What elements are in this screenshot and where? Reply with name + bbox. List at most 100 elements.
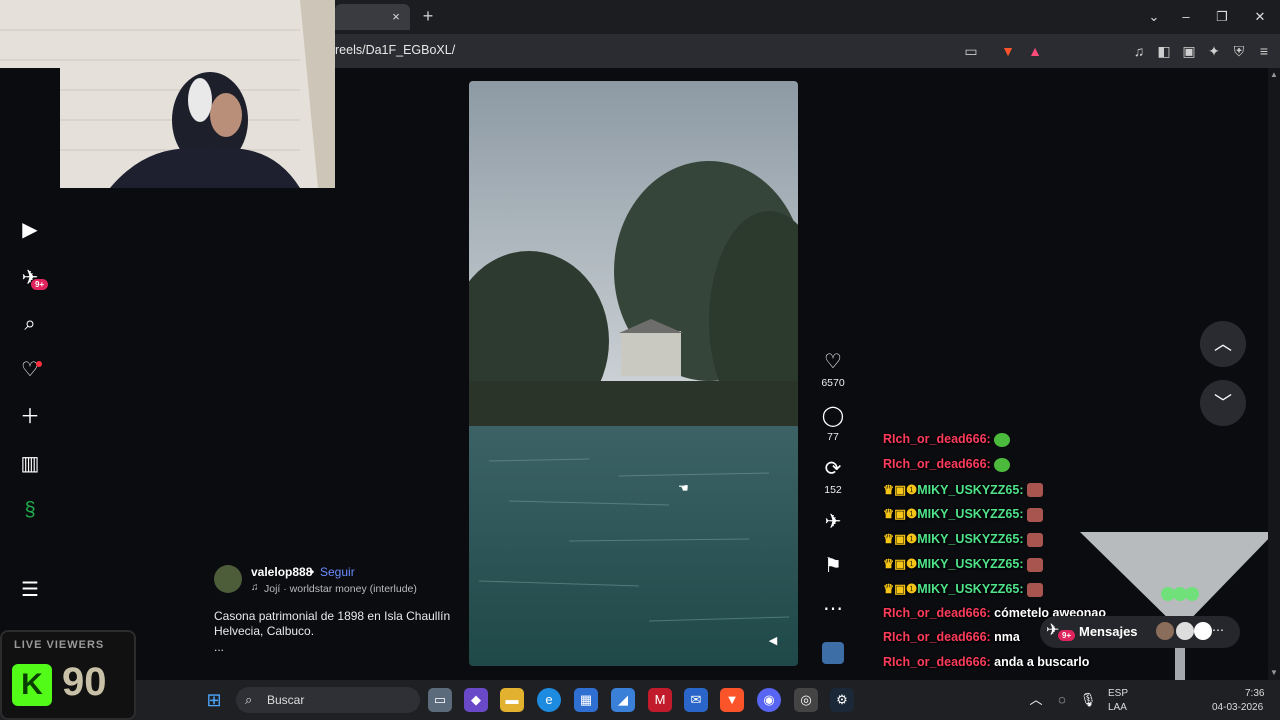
windows-start-icon[interactable]: ⊞ (202, 688, 226, 712)
check-emote-icon (994, 457, 1011, 472)
scroll-down-icon[interactable]: ▼ (1270, 668, 1278, 677)
menu-icon[interactable]: ☰ (18, 578, 42, 602)
minimize-button[interactable]: – (1176, 8, 1196, 26)
separator: • (310, 565, 315, 579)
more-options-icon[interactable]: ⋯ (821, 597, 845, 621)
notification-dot (36, 361, 42, 367)
dashboard-icon[interactable]: ▥ (18, 452, 42, 476)
menu-icon[interactable]: ≡ (1255, 42, 1273, 60)
cast-icon[interactable]: ▭ (962, 42, 980, 60)
sidebar-icon[interactable]: ◧ (1155, 42, 1173, 60)
share-icon[interactable]: ✈ (821, 510, 845, 534)
app-icon[interactable]: ◢ (611, 688, 635, 712)
chat-message: ♛▣❶MIKY_USKYZZ65: (883, 581, 1043, 597)
scroll-up-icon[interactable]: ▲ (1270, 70, 1278, 79)
like-icon[interactable]: ♡ (821, 350, 845, 374)
brave-shield-icon[interactable]: ▼ (999, 42, 1017, 60)
chat-username[interactable]: RIch_or_dead666: (883, 655, 991, 669)
chat-message: RIch_or_dead666: (883, 457, 1011, 472)
live-viewers-label: LIVE VIEWERS (14, 639, 105, 651)
task-view-icon[interactable]: ▭ (428, 688, 452, 712)
discord-icon[interactable]: ◉ (757, 688, 781, 712)
taskbar-search[interactable] (236, 687, 420, 713)
chat-badges: ♛▣❶ (883, 532, 918, 547)
chat-message: RIch_or_dead666: nma (883, 630, 1020, 644)
chat-username[interactable]: MIKY_USKYZZ65: (917, 532, 1023, 546)
url-field[interactable]: reels/Da1F_EGBoXL/ (335, 43, 455, 57)
media-icon[interactable]: ♫ (1130, 42, 1148, 60)
previous-reel-button[interactable]: ︿ (1200, 321, 1246, 367)
avatar (1176, 622, 1194, 640)
follow-button[interactable]: Seguir (320, 565, 355, 579)
edge-icon[interactable]: e (537, 688, 561, 712)
reposts-count: 152 (824, 484, 842, 496)
chat-username[interactable]: MIKY_USKYZZ65: (917, 483, 1023, 497)
chat-text: nma (994, 630, 1020, 645)
tray-chevron-icon[interactable]: ︿ (1024, 688, 1048, 712)
clock-date: 04-03-2026 (1212, 702, 1264, 713)
create-icon[interactable]: ＋ (18, 405, 42, 429)
chat-username[interactable]: RIch_or_dead666: (883, 630, 991, 644)
tab-search-icon[interactable]: ⌄ (1144, 8, 1164, 26)
brave-icon[interactable]: ▼ (720, 688, 744, 712)
repost-icon[interactable]: ⟳ (821, 457, 845, 481)
chat-username[interactable]: MIKY_USKYZZ65: (917, 557, 1023, 571)
chat-username[interactable]: MIKY_USKYZZ65: (917, 582, 1023, 596)
audio-thumbnail[interactable] (822, 642, 844, 664)
face-emote-icon (1027, 508, 1043, 523)
chat-username[interactable]: RIch_or_dead666: (883, 457, 991, 471)
messages-badge: 9+ (31, 279, 49, 290)
video-frame (469, 81, 798, 666)
threads-icon[interactable]: § (18, 498, 42, 522)
chat-badges: ♛▣❶ (883, 557, 918, 571)
avatar (1156, 622, 1174, 640)
copilot-icon[interactable]: ◆ (464, 688, 488, 712)
next-reel-button[interactable]: ﹀ (1200, 380, 1246, 426)
chat-message: RIch_or_dead666: (883, 432, 1011, 447)
mute-icon[interactable]: ◀ (766, 634, 780, 648)
network-icon[interactable]: ◌ (1050, 688, 1074, 712)
file-explorer-icon[interactable]: ▬ (500, 688, 524, 712)
chat-text: anda a buscarlo (994, 655, 1090, 670)
comment-icon[interactable]: ◯ (821, 404, 845, 428)
close-window-button[interactable]: ✕ (1250, 8, 1270, 26)
steam-icon[interactable]: ⚙ (830, 688, 854, 712)
maximize-button[interactable]: ❐ (1212, 8, 1232, 26)
music-track[interactable]: Jojí · worldstar money (interlude) (264, 583, 417, 595)
music-note-icon: ♫ (251, 582, 259, 593)
reel-video[interactable] (469, 81, 798, 666)
vpn-icon[interactable]: ⛨ (1230, 42, 1248, 60)
wallet-icon[interactable]: ▣ (1180, 42, 1198, 60)
chat-username[interactable]: RIch_or_dead666: (883, 606, 991, 620)
obs-icon[interactable]: ◎ (794, 688, 818, 712)
reels-icon[interactable]: ▶ (18, 218, 42, 242)
check-emote-icon (994, 432, 1011, 447)
chat-username[interactable]: MIKY_USKYZZ65: (917, 507, 1023, 521)
search-icon[interactable]: ⌕ (18, 312, 42, 336)
chat-username[interactable]: RIch_or_dead666: (883, 432, 991, 446)
comments-count: 77 (827, 431, 839, 443)
save-icon[interactable]: ⚑ (821, 554, 845, 578)
search-icon: ⌕ (245, 692, 253, 707)
store-icon[interactable]: ▦ (574, 688, 598, 712)
author-username[interactable]: valelop888 (251, 565, 312, 579)
clock-time[interactable]: 7:36 (1245, 688, 1264, 699)
chat-badges: ♛▣❶ (883, 482, 918, 497)
chat-message: ♛▣❶MIKY_USKYZZ65: (883, 556, 1043, 572)
tab-close-icon[interactable]: × (388, 9, 404, 25)
mcafee-icon[interactable]: M (648, 688, 672, 712)
brave-rewards-icon[interactable]: ▲ (1026, 42, 1044, 60)
new-tab-button[interactable]: + (419, 7, 437, 25)
face-emote-icon (1027, 532, 1043, 547)
mail-icon[interactable]: ✉ (684, 688, 708, 712)
author-avatar[interactable] (214, 565, 242, 593)
chat-message: ♛▣❶MIKY_USKYZZ65: (883, 531, 1043, 547)
leo-icon[interactable]: ✦ (1205, 42, 1223, 60)
mic-icon[interactable]: 🎙 (1076, 688, 1100, 712)
language-indicator-2: LAA (1108, 702, 1127, 713)
language-indicator[interactable]: ESP (1108, 688, 1128, 699)
more-avatars-icon: ⋯ (1212, 623, 1224, 637)
scrollbar[interactable] (1268, 68, 1280, 680)
taskbar-search-placeholder: Buscar (267, 693, 305, 707)
caption-more[interactable]: ... (214, 640, 224, 654)
